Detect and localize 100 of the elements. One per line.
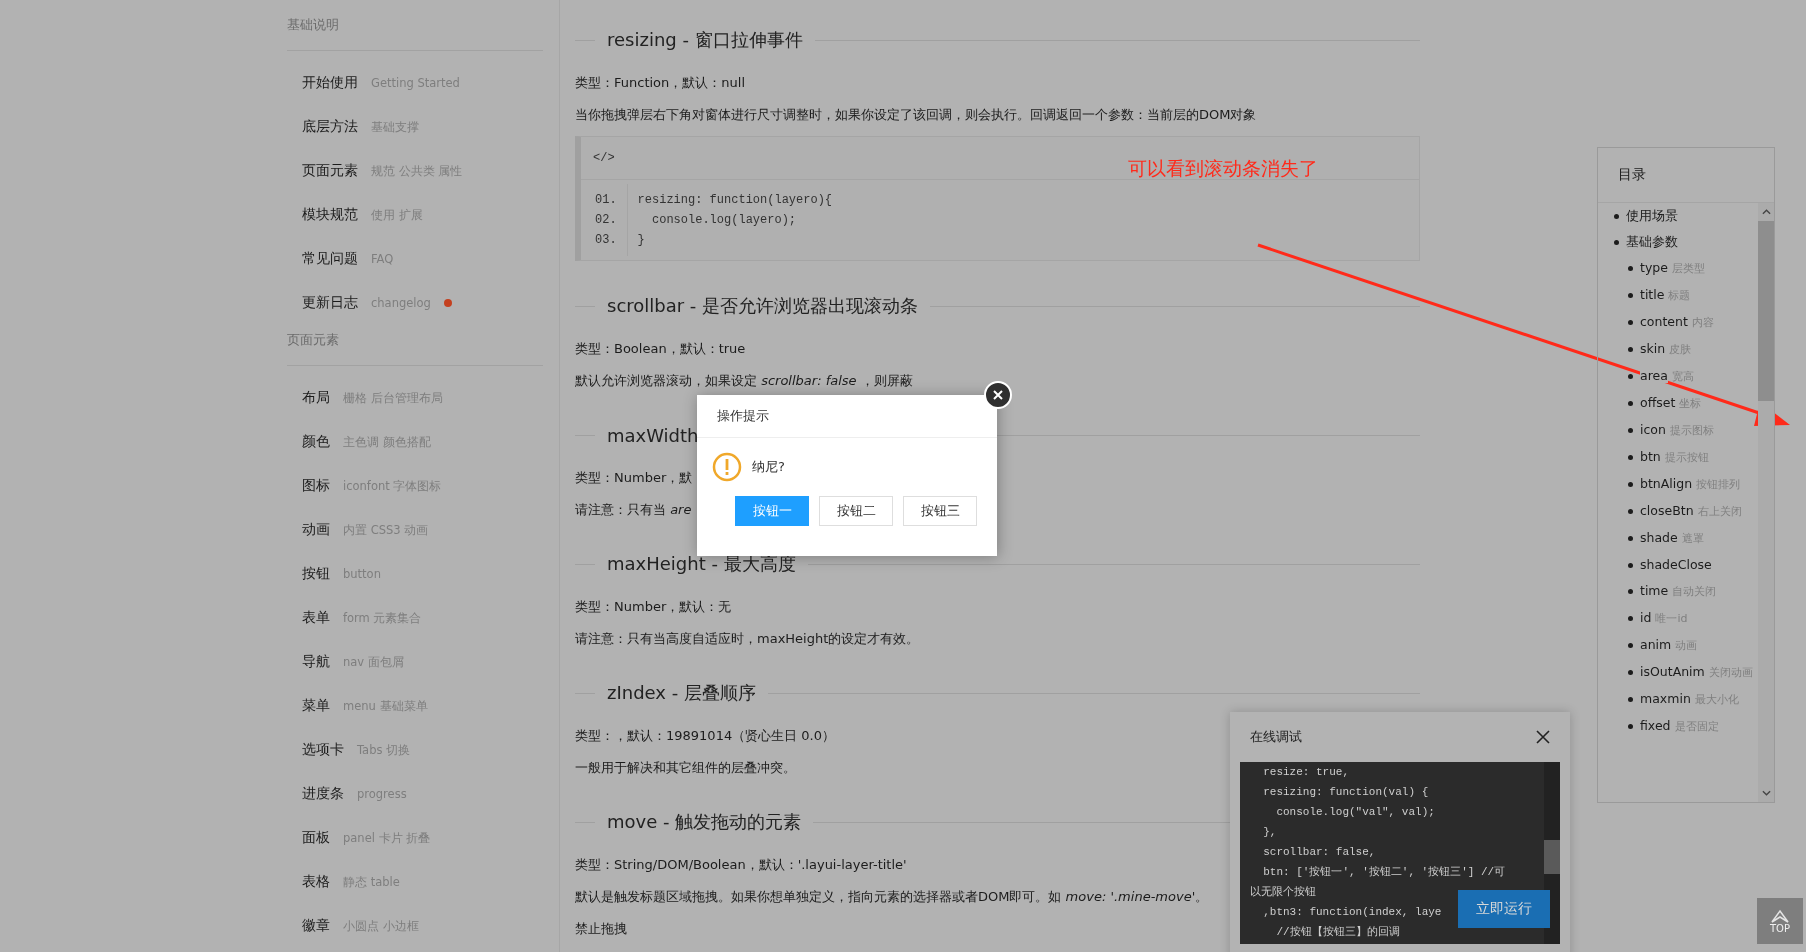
bullet	[1614, 214, 1619, 219]
nav-link[interactable]: 徽章	[302, 917, 330, 935]
bullet	[1628, 616, 1633, 621]
dialog-message: 纳尼?	[752, 458, 785, 476]
toc-link[interactable]: 使用场景	[1626, 208, 1678, 223]
bullet	[1628, 643, 1633, 648]
toc-link[interactable]: title	[1640, 287, 1665, 302]
bullet	[1628, 670, 1633, 675]
paragraph: 请注意：只有当高度自适应时，maxHeight的设定才有效。	[575, 630, 920, 648]
toc-link[interactable]: icon	[1640, 422, 1666, 437]
nav-link[interactable]: 表格	[302, 873, 330, 891]
section-heading: move - 触发拖动的元素	[607, 810, 802, 834]
back-to-top-button[interactable]: TOP	[1757, 898, 1803, 944]
paragraph: 类型：String/DOM/Boolean，默认：'.layui-layer-title'	[575, 856, 907, 874]
code-line: //按钮【按钮三】的回调	[1275, 925, 1400, 940]
toc-link[interactable]: area	[1640, 368, 1668, 383]
paragraph: 请注意：只有当 are	[575, 501, 692, 519]
warning-icon	[712, 452, 742, 482]
toc-link[interactable]: id	[1640, 610, 1652, 625]
toc-link[interactable]: fixed	[1640, 718, 1671, 733]
nav-link[interactable]: 常见问题	[302, 250, 358, 268]
toc-link[interactable]: shade	[1640, 530, 1678, 545]
bullet	[1628, 320, 1633, 325]
nav-link[interactable]: 按钮	[302, 565, 330, 583]
dialog-button[interactable]: 按钮三	[903, 496, 977, 526]
paragraph: 禁止拖拽	[575, 920, 627, 938]
nav-link[interactable]: 布局	[302, 389, 330, 407]
toc-link[interactable]: content	[1640, 314, 1688, 329]
nav-link[interactable]: 更新日志	[302, 294, 358, 312]
paragraph: 类型：Number，默	[575, 469, 693, 487]
toc-link[interactable]: closeBtn	[1640, 503, 1694, 518]
code-label: </>	[593, 151, 615, 165]
nav-link[interactable]: 选项卡	[302, 741, 344, 759]
toc-link[interactable]: isOutAnim	[1640, 664, 1705, 679]
toc-link[interactable]: skin	[1640, 341, 1666, 356]
paragraph: 类型：Number，默认：无	[575, 598, 732, 616]
line-number: 01.	[595, 192, 617, 209]
arrow-up-icon	[1770, 908, 1790, 923]
bullet	[1628, 293, 1633, 298]
section-title: 基础说明	[287, 16, 340, 34]
toc-title: 目录	[1598, 148, 1774, 203]
toc-link[interactable]: shadeClose	[1640, 557, 1712, 572]
nav-link[interactable]: 动画	[302, 521, 330, 539]
bullet	[1628, 697, 1633, 702]
toc-link[interactable]: btn	[1640, 449, 1661, 464]
scroll-up-icon[interactable]	[1761, 209, 1771, 215]
bullet	[1628, 455, 1633, 460]
code-line: console.log(layero);	[651, 212, 798, 229]
scrollbar[interactable]	[1758, 203, 1774, 802]
toc-link[interactable]: type	[1640, 260, 1668, 275]
nav-link[interactable]: 底层方法	[302, 118, 358, 136]
nav-link[interactable]: 模块规范	[302, 206, 358, 224]
section-heading: zIndex - 层叠顺序	[607, 681, 756, 705]
bullet	[1628, 724, 1633, 729]
toc-link[interactable]: btnAlign	[1640, 476, 1693, 491]
toc-link[interactable]: maxmin	[1640, 691, 1691, 706]
code-line: resizing: function(layero){	[637, 192, 833, 209]
code-line: resize: true,	[1262, 765, 1350, 780]
section-heading: maxWidth	[607, 424, 699, 446]
close-icon[interactable]	[1536, 730, 1550, 744]
toc-link[interactable]: anim	[1640, 637, 1672, 652]
nav-link[interactable]: 菜单	[302, 697, 330, 715]
code-line: scrollbar: false,	[1262, 845, 1376, 860]
section-heading: resizing - 窗口拉伸事件	[607, 28, 803, 52]
nav-link[interactable]: 图标	[302, 477, 330, 495]
scrollbar[interactable]	[1544, 762, 1560, 944]
nav-link[interactable]: 开始使用	[302, 74, 358, 92]
paragraph: 类型：Function，默认：null	[575, 74, 745, 92]
bullet	[1628, 509, 1633, 514]
bullet	[1628, 401, 1633, 406]
code-line: 以无限个按钮	[1250, 885, 1316, 900]
dialog-button[interactable]: 按钮二	[819, 496, 893, 526]
bullet	[1614, 240, 1619, 245]
section-heading: maxHeight - 最大高度	[607, 552, 796, 576]
scroll-down-icon[interactable]	[1761, 790, 1771, 796]
bullet	[1628, 536, 1633, 541]
nav-link[interactable]: 页面元素	[302, 162, 358, 180]
code-line: },	[1262, 825, 1277, 840]
nav-link[interactable]: 表单	[302, 609, 330, 627]
code-line: ,btn3: function(index, laye	[1262, 905, 1442, 920]
section-title: 页面元素	[287, 331, 340, 349]
close-button[interactable]	[984, 381, 1012, 409]
toc-link[interactable]: 基础参数	[1626, 234, 1678, 249]
code-editor[interactable]: resize: true, resizing: function(val) { console.log("val", val); }, scrollbar: false, btn: ['按钮一', '按钮二', '按钮三'] //可 以无限个按钮 ,btn3: function(index, laye //按钮【按钮三】的回调 立即运行	[1240, 762, 1560, 944]
code-line: }	[637, 232, 646, 249]
toc-link[interactable]: offset	[1640, 395, 1676, 410]
line-number: 02.	[595, 212, 617, 229]
toc-link[interactable]: time	[1640, 583, 1669, 598]
nav-link[interactable]: 面板	[302, 829, 330, 847]
nav-link[interactable]: 导航	[302, 653, 330, 671]
nav-link[interactable]: 颜色	[302, 433, 330, 451]
bullet	[1628, 428, 1633, 433]
panel-title: 在线调试	[1250, 728, 1302, 746]
paragraph: 类型：，默认：19891014（贤心生日 0.0）	[575, 727, 835, 745]
code-line: console.log("val", val);	[1275, 805, 1435, 820]
line-number: 03.	[595, 232, 617, 249]
paragraph: 默认是触发标题区域拖拽。如果你想单独定义，指向元素的选择器或者DOM即可。如 move: '.mine-move'。	[575, 888, 1209, 906]
nav-link[interactable]: 进度条	[302, 785, 344, 803]
bullet	[1628, 374, 1633, 379]
run-button[interactable]: 立即运行	[1458, 890, 1550, 928]
